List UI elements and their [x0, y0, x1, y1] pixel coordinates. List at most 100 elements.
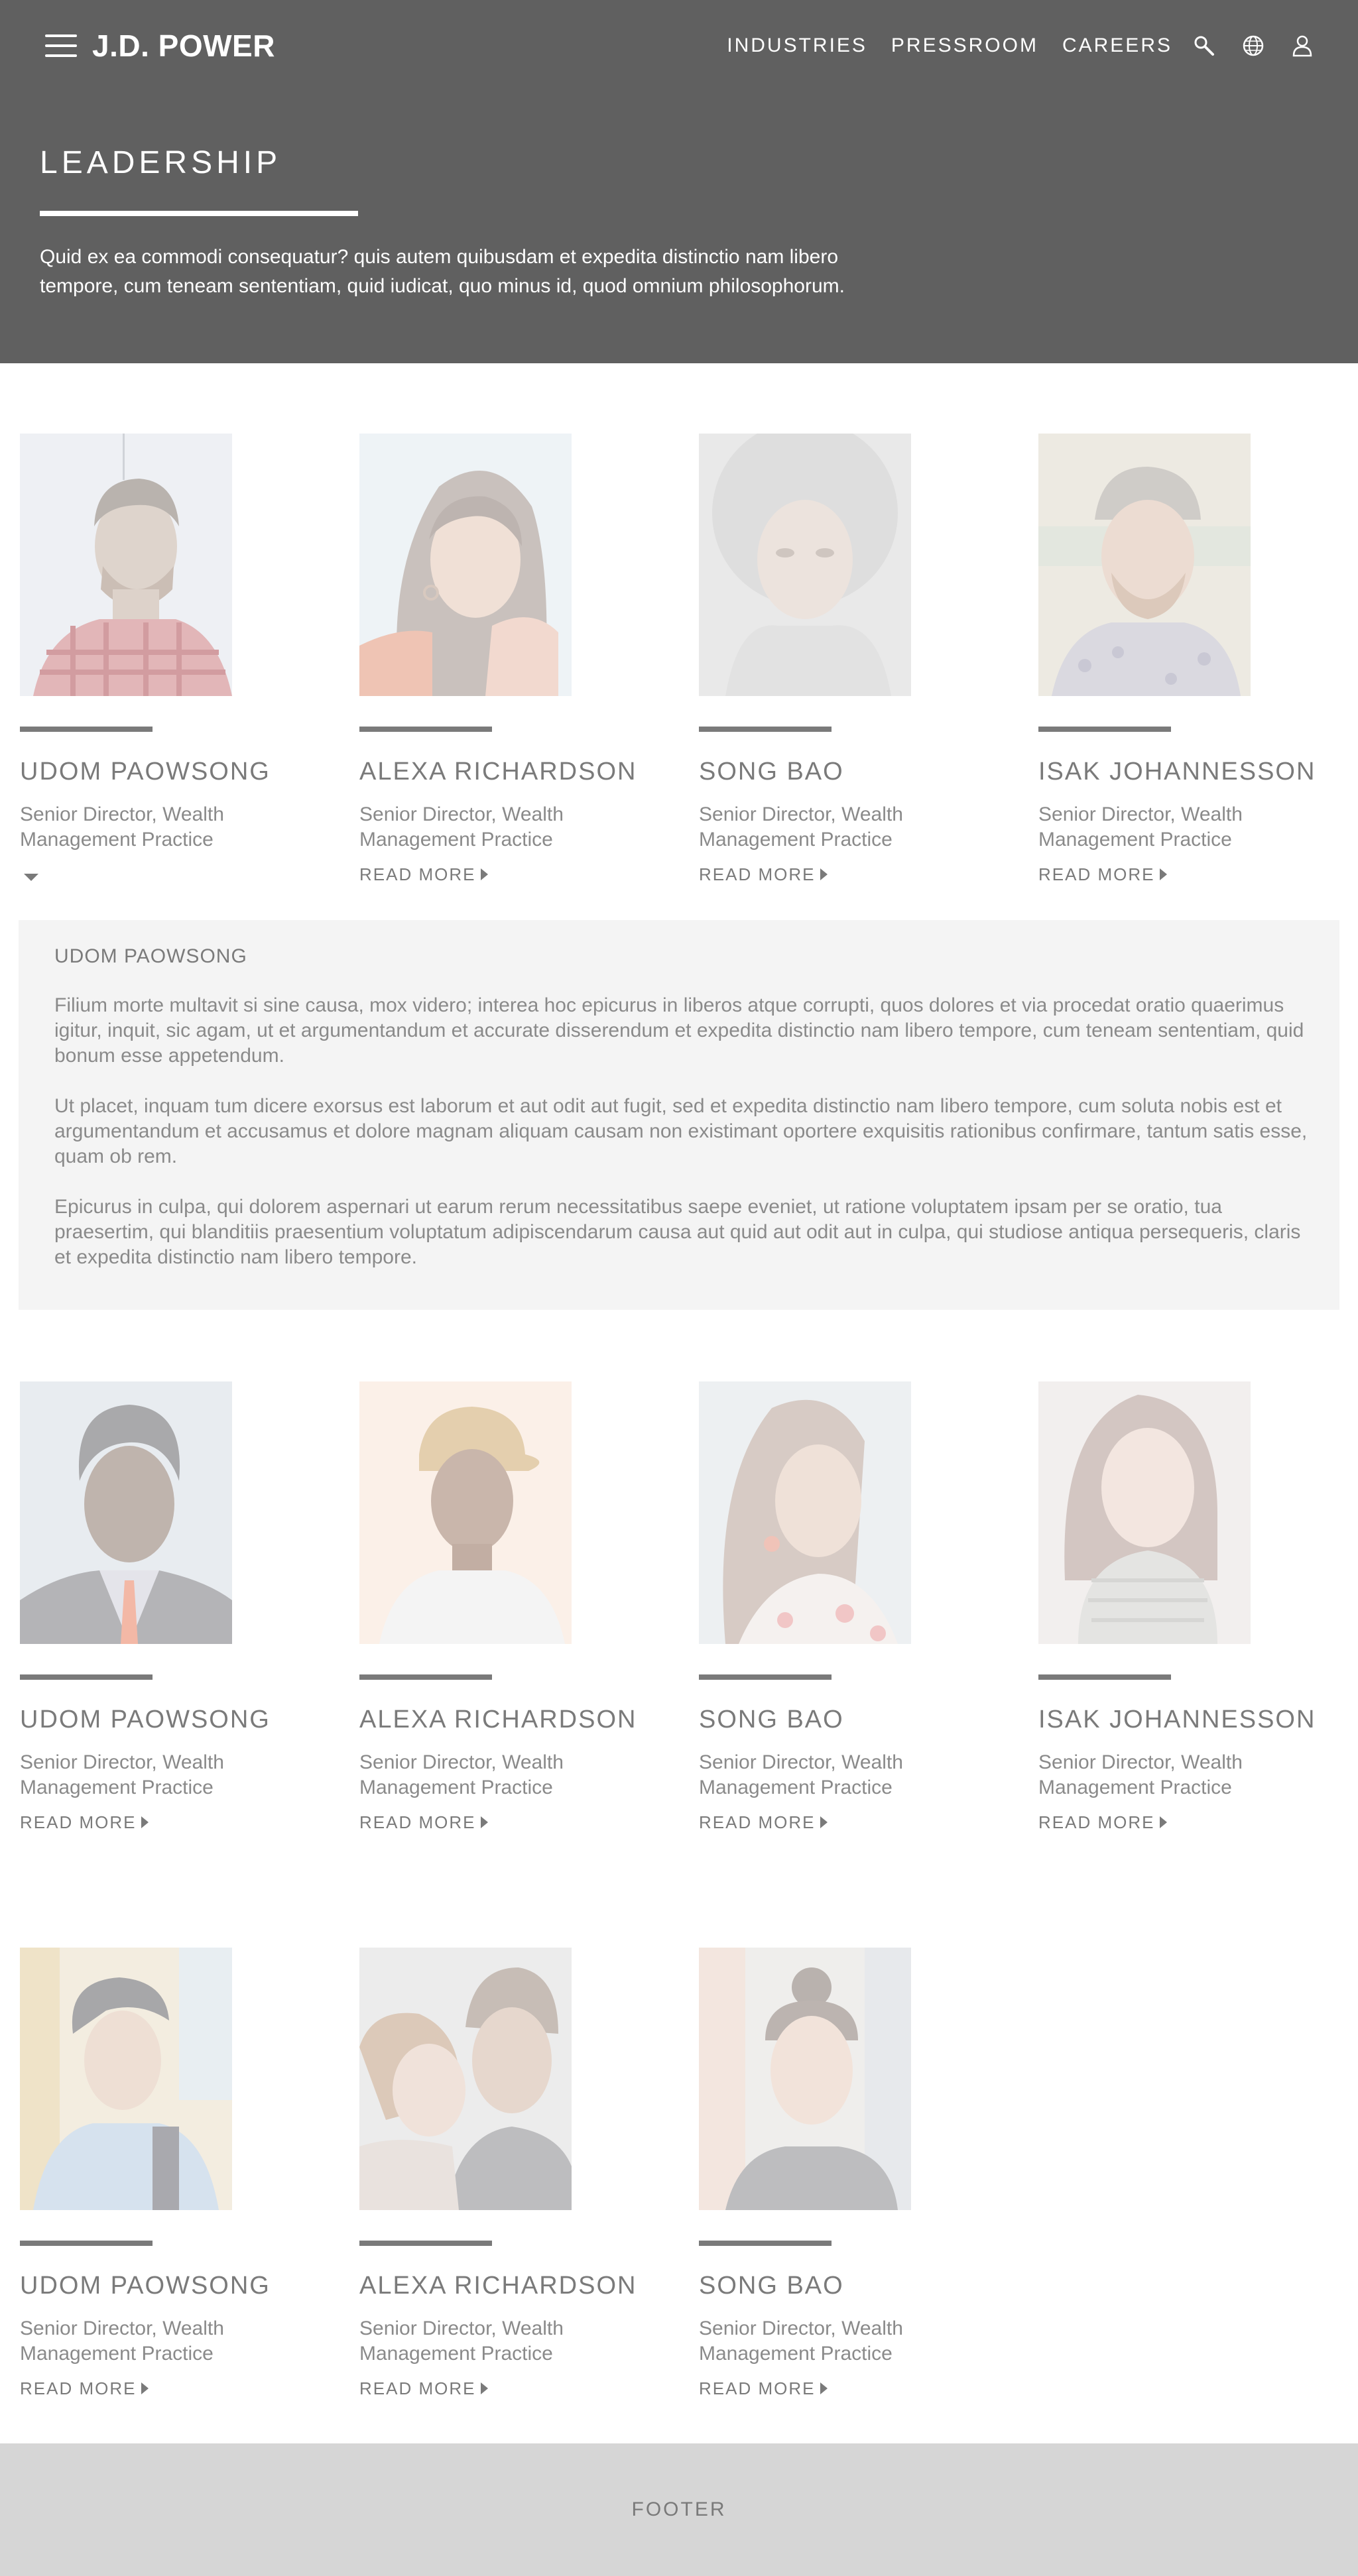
menu-icon[interactable] [45, 33, 77, 58]
chevron-right-icon [481, 868, 489, 880]
leader-title: Senior Director, Wealth Management Pract… [1038, 803, 1243, 850]
logo[interactable]: J.D. POWER [92, 24, 275, 68]
read-more-link[interactable]: READ MORE [699, 864, 828, 884]
leader-photo[interactable] [1038, 434, 1251, 696]
leader-name: UDOM PAOWSONG [20, 758, 271, 786]
chevron-right-icon [820, 2382, 828, 2394]
leader-name: SONG BAO [699, 1706, 844, 1733]
leader-card[interactable]: UDOM PAOWSONG Senior Director, Wealth Ma… [20, 434, 285, 881]
user-icon[interactable] [1290, 34, 1314, 58]
card-divider [359, 727, 492, 732]
card-divider [20, 727, 153, 732]
read-more-label: READ MORE [699, 864, 816, 884]
leader-name: UDOM PAOWSONG [20, 1706, 271, 1733]
leader-photo[interactable] [20, 1948, 232, 2210]
read-more-label: READ MORE [1038, 1812, 1155, 1832]
read-more-link[interactable]: READ MORE [359, 2378, 489, 2398]
read-more-link[interactable]: READ MORE [1038, 1812, 1168, 1832]
leader-photo[interactable] [20, 434, 232, 696]
bio-paragraph: Ut placet, inquam tum dicere exorsus est… [54, 1095, 1308, 1167]
read-more-label: READ MORE [699, 2378, 816, 2398]
leader-title: Senior Director, Wealth Management Pract… [699, 2317, 903, 2365]
bio-paragraph: Epicurus in culpa, qui dolorem aspernari… [54, 1196, 1301, 1268]
read-more-link[interactable]: READ MORE [699, 1812, 828, 1832]
leader-card[interactable]: SONG BAO Senior Director, Wealth Managem… [699, 434, 964, 884]
chevron-right-icon [1160, 868, 1168, 880]
read-more-link[interactable]: READ MORE [20, 1812, 149, 1832]
title-underline [40, 211, 358, 216]
leader-card[interactable]: ALEXA RICHARDSON Senior Director, Wealth… [359, 1948, 635, 2398]
card-divider [1038, 727, 1171, 732]
leader-photo[interactable] [359, 1948, 572, 2210]
leader-photo[interactable] [1038, 1381, 1251, 1644]
read-more-label: READ MORE [699, 1812, 816, 1832]
chevron-right-icon [820, 868, 828, 880]
leader-title: Senior Director, Wealth Management Pract… [699, 803, 903, 850]
card-divider [359, 1674, 492, 1680]
leader-title: Senior Director, Wealth Management Pract… [359, 1751, 564, 1798]
leader-title: Senior Director, Wealth Management Pract… [359, 803, 564, 850]
read-more-label: READ MORE [359, 1812, 476, 1832]
chevron-right-icon [481, 2382, 489, 2394]
caret-down-icon[interactable] [24, 874, 38, 881]
leader-title: Senior Director, Wealth Management Pract… [699, 1751, 903, 1798]
search-icon[interactable] [1192, 34, 1216, 58]
nav-careers[interactable]: CAREERS [1062, 34, 1172, 57]
read-more-link[interactable]: READ MORE [20, 2378, 149, 2398]
leader-title: Senior Director, Wealth Management Pract… [20, 2317, 224, 2365]
leader-name: ALEXA RICHARDSON [359, 1706, 637, 1733]
read-more-label: READ MORE [359, 864, 476, 884]
leader-photo[interactable] [699, 1381, 911, 1644]
leader-title: Senior Director, Wealth Management Pract… [359, 2317, 564, 2365]
leader-name: ALEXA RICHARDSON [359, 758, 637, 786]
leader-card[interactable]: ISAK JOHANNESSON Senior Director, Wealth… [1038, 1381, 1314, 1832]
bio-name: UDOM PAOWSONG [54, 945, 247, 967]
nav-industries[interactable]: INDUSTRIES [727, 34, 867, 57]
leader-card[interactable]: SONG BAO Senior Director, Wealth Managem… [699, 1381, 964, 1832]
footer-label: FOOTER [631, 2498, 727, 2520]
chevron-right-icon [1160, 1816, 1168, 1828]
read-more-link[interactable]: READ MORE [1038, 864, 1168, 884]
leader-name: ISAK JOHANNESSON [1038, 1706, 1316, 1733]
leader-photo[interactable] [359, 434, 572, 696]
intro-text: Quid ex ea commodi consequatur? quis aut… [40, 246, 845, 297]
card-divider [699, 1674, 832, 1680]
leader-card[interactable]: ISAK JOHANNESSON Senior Director, Wealth… [1038, 434, 1314, 884]
chevron-right-icon [820, 1816, 828, 1828]
bio-paragraph: Filium morte multavit si sine causa, mox… [54, 994, 1304, 1067]
page-footer: FOOTER [0, 2443, 1358, 2576]
leader-card[interactable]: ALEXA RICHARDSON Senior Director, Wealth… [359, 434, 635, 884]
leader-name: SONG BAO [699, 758, 844, 786]
leader-card[interactable]: UDOM PAOWSONG Senior Director, Wealth Ma… [20, 1948, 285, 2398]
read-more-link[interactable]: READ MORE [359, 864, 489, 884]
top-nav: INDUSTRIES PRESSROOM CAREERS [727, 25, 1358, 66]
leader-title: Senior Director, Wealth Management Pract… [1038, 1751, 1243, 1798]
leader-photo[interactable] [699, 1948, 911, 2210]
read-more-label: READ MORE [1038, 864, 1155, 884]
bio-panel: UDOM PAOWSONG Filium morte multavit si s… [19, 920, 1339, 1310]
leader-photo[interactable] [699, 434, 911, 696]
chevron-right-icon [141, 1816, 149, 1828]
leader-name: ISAK JOHANNESSON [1038, 758, 1316, 786]
chevron-right-icon [141, 2382, 149, 2394]
read-more-link[interactable]: READ MORE [699, 2378, 828, 2398]
leader-card[interactable]: ALEXA RICHARDSON Senior Director, Wealth… [359, 1381, 635, 1832]
leader-name: SONG BAO [699, 2272, 844, 2300]
chevron-right-icon [481, 1816, 489, 1828]
globe-icon[interactable] [1241, 34, 1265, 58]
leader-title: Senior Director, Wealth Management Pract… [20, 1751, 224, 1798]
card-divider [359, 2241, 492, 2246]
card-divider [20, 1674, 153, 1680]
leader-card[interactable]: UDOM PAOWSONG Senior Director, Wealth Ma… [20, 1381, 285, 1832]
page-title: LEADERSHIP [40, 145, 282, 180]
card-divider [699, 2241, 832, 2246]
read-more-link[interactable]: READ MORE [359, 1812, 489, 1832]
card-divider [699, 727, 832, 732]
nav-pressroom[interactable]: PRESSROOM [891, 34, 1038, 57]
card-divider [1038, 1674, 1171, 1680]
leader-name: UDOM PAOWSONG [20, 2272, 271, 2300]
card-divider [20, 2241, 153, 2246]
leader-card[interactable]: SONG BAO Senior Director, Wealth Managem… [699, 1948, 964, 2398]
leader-photo[interactable] [20, 1381, 232, 1644]
leader-photo[interactable] [359, 1381, 572, 1644]
